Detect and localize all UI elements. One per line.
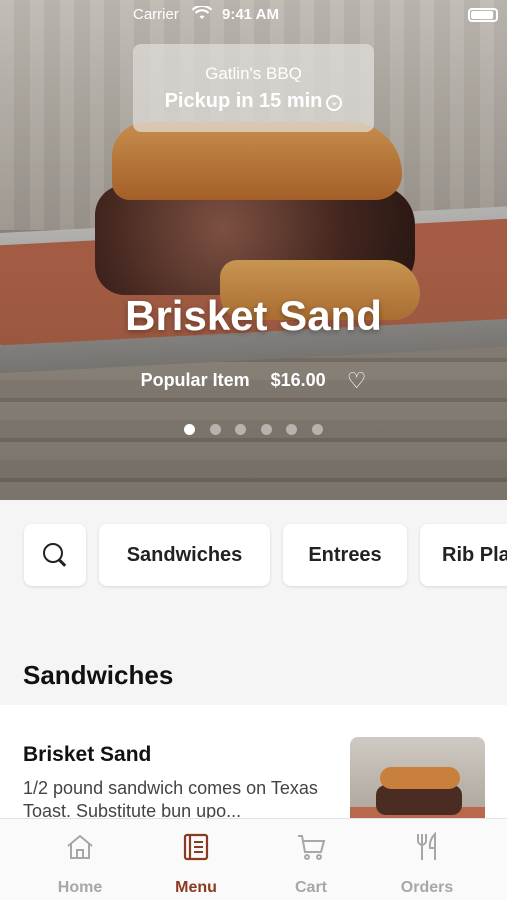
- category-chip-rib-plates[interactable]: Rib Pla: [420, 524, 507, 586]
- wifi-icon: [191, 4, 213, 23]
- pickup-time[interactable]: Pickup in 15 min ⌄: [133, 90, 374, 113]
- tab-orders-label: Orders: [400, 879, 454, 896]
- carousel-dot[interactable]: [286, 424, 298, 435]
- hero-item-title: Brisket Sand: [125, 292, 382, 339]
- favorite-heart-icon[interactable]: ♡: [347, 368, 367, 393]
- clock: 9:41 AM: [222, 6, 279, 23]
- menu-book-icon: [146, 831, 246, 863]
- menu-item-card[interactable]: Brisket Sand 1/2 pound sandwich comes on…: [0, 705, 507, 837]
- carousel-dot[interactable]: [311, 424, 323, 435]
- search-icon: [42, 542, 68, 568]
- carousel-dot[interactable]: [184, 424, 196, 435]
- search-button[interactable]: [24, 524, 86, 586]
- tab-orders[interactable]: Orders: [377, 831, 477, 897]
- hero-item-meta: Popular Item $16.00 ♡: [0, 368, 507, 394]
- carousel-dots[interactable]: [0, 422, 507, 440]
- cart-icon: [261, 831, 361, 863]
- tab-bar: Home Menu Cart Orders: [0, 818, 507, 900]
- pickup-selector[interactable]: Gatlin's BBQ Pickup in 15 min ⌄: [133, 44, 374, 132]
- category-chip-sandwiches[interactable]: Sandwiches: [99, 524, 270, 586]
- hero-price: $16.00: [270, 370, 326, 390]
- carrier-label: Carrier: [133, 6, 179, 23]
- store-name: Gatlin's BBQ: [205, 64, 302, 83]
- tab-cart-label: Cart: [294, 879, 327, 896]
- status-bar: Carrier 9:41 AM: [0, 0, 507, 30]
- carousel-dot[interactable]: [260, 424, 272, 435]
- menu-item-description: 1/2 pound sandwich comes on Texas Toast.…: [23, 778, 318, 821]
- menu-item-name: Brisket Sand: [23, 743, 152, 766]
- tab-cart[interactable]: Cart: [261, 831, 361, 897]
- battery-icon: [468, 8, 498, 22]
- tab-home[interactable]: Home: [30, 831, 130, 897]
- chevron-down-icon: ⌄: [326, 95, 343, 111]
- tab-menu[interactable]: Menu: [146, 831, 246, 897]
- popular-badge: Popular Item: [140, 370, 250, 390]
- category-chip-entrees[interactable]: Entrees: [283, 524, 407, 586]
- tab-home-label: Home: [57, 879, 103, 896]
- section-title: Sandwiches: [23, 660, 174, 690]
- tab-menu-label: Menu: [175, 879, 217, 896]
- home-icon: [30, 831, 130, 863]
- category-bar[interactable]: Sandwiches Entrees Rib Pla: [0, 500, 507, 610]
- carousel-dot[interactable]: [235, 424, 247, 435]
- hero-banner[interactable]: Carrier 9:41 AM Gatlin's BBQ Pickup in 1…: [0, 0, 507, 500]
- fork-knife-icon: [377, 831, 477, 863]
- carousel-dot[interactable]: [209, 424, 221, 435]
